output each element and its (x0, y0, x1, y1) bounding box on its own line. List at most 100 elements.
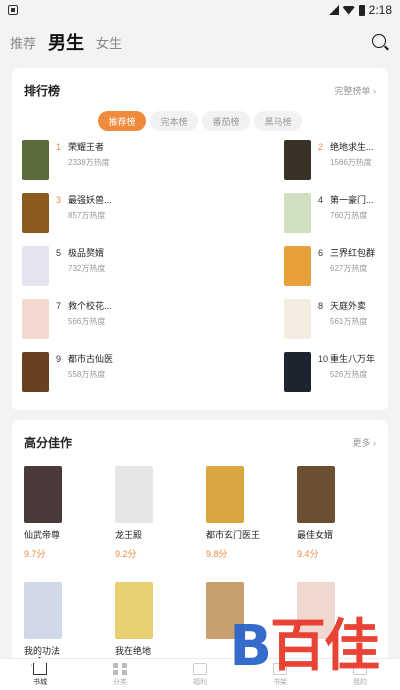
book-info: 最强妖兽... 857万热度 (68, 193, 112, 221)
ranking-item[interactable]: 2 绝地求生... 1566万热度 (284, 140, 374, 180)
ranking-item[interactable]: 1 荣耀王者 2338万热度 (22, 140, 110, 180)
top-rated-item[interactable]: 我在绝地 (115, 582, 175, 663)
book-info: 三界红包群 627万热度 (330, 246, 375, 274)
full-ranking-link[interactable]: 完整榜单 › (335, 84, 377, 97)
subtab-darkhorse[interactable]: 黑马榜 (254, 111, 302, 131)
book-title: 都市玄门医王 (206, 530, 261, 540)
search-icon[interactable] (372, 34, 386, 48)
book-info: 荣耀王者 2338万热度 (68, 140, 110, 168)
category-icon (113, 662, 127, 675)
book-cover (22, 246, 49, 286)
subtab-completed[interactable]: 完本榜 (150, 111, 198, 131)
book-score: 9.7分 (24, 549, 46, 559)
top-rated-title: 高分佳作 (24, 436, 73, 450)
book-title: 绝地求生... (330, 142, 374, 152)
tab-female[interactable]: 女生 (96, 33, 122, 52)
rank-number: 5 (56, 248, 62, 258)
ranking-item[interactable]: 10 重生八万年 526万热度 (284, 352, 375, 392)
home-icon (33, 662, 47, 675)
book-cover (24, 582, 62, 639)
book-info: 极品赘婿 732万热度 (68, 246, 105, 274)
book-title: 我在绝地 (115, 646, 152, 656)
book-title: 极品赘婿 (68, 248, 105, 258)
book-title: 第一豪门... (330, 195, 374, 205)
book-heat: 627万热度 (330, 264, 368, 273)
book-title: 重生八万年 (330, 354, 376, 364)
tab-male[interactable]: 男生 (48, 29, 84, 55)
book-info: 都市古仙医 558万热度 (68, 352, 113, 380)
book-cover (115, 466, 153, 523)
ranking-card: 排行榜 完整榜单 › 推荐榜 完本榜 番茄榜 黑马榜 1 荣耀王者 2338万热度 2… (12, 68, 388, 410)
book-title: 三界红包群 (330, 248, 376, 258)
book-cover (284, 246, 311, 286)
top-rated-item[interactable]: 最佳女婿 9.4分 (297, 466, 357, 560)
ranking-item[interactable]: 6 三界红包群 627万热度 (284, 246, 375, 286)
book-info: 第一豪门... 760万热度 (330, 193, 374, 221)
rank-number: 2 (318, 142, 324, 152)
rank-number: 4 (318, 195, 324, 205)
bottom-tab-welfare[interactable]: 福利 (160, 659, 240, 690)
watermark-logo: B百佳 (229, 614, 380, 679)
book-cover (22, 352, 49, 392)
top-nav: 推荐 男生 女生 (0, 20, 400, 64)
book-title: 我的功法 (24, 646, 61, 656)
top-rated-item[interactable]: 龙王殿 9.2分 (115, 466, 175, 560)
book-title: 龙王殿 (115, 530, 143, 540)
book-cover (297, 466, 335, 523)
book-cover (284, 299, 311, 339)
top-rated-item[interactable]: 都市玄门医王 9.8分 (206, 466, 266, 560)
book-cover (284, 140, 311, 180)
bottom-tab-label: 书城 (33, 678, 47, 686)
book-cover (115, 582, 153, 639)
book-title: 天庭外卖 (330, 301, 367, 311)
book-cover (22, 193, 49, 233)
rank-number: 6 (318, 248, 324, 258)
book-heat: 857万热度 (68, 211, 106, 220)
tab-recommend[interactable]: 推荐 (10, 33, 36, 52)
ranking-item[interactable]: 5 极品赘婿 732万热度 (22, 246, 105, 286)
gift-icon (193, 662, 207, 675)
rank-number: 8 (318, 301, 324, 311)
ranking-subtabs: 推荐榜 完本榜 番茄榜 黑马榜 (12, 111, 388, 131)
rank-number: 3 (56, 195, 62, 205)
bottom-tab-bookstore[interactable]: 书城 (0, 659, 80, 690)
subtab-fanqie[interactable]: 番茄榜 (202, 111, 250, 131)
book-info: 天庭外卖 561万热度 (330, 299, 367, 327)
book-cover (24, 466, 62, 523)
bottom-tab-label: 福利 (193, 678, 207, 686)
book-cover (206, 466, 244, 523)
top-rated-more-link[interactable]: 更多 › (353, 436, 377, 449)
book-cover (284, 193, 311, 233)
top-rated-item[interactable]: 我的功法 (24, 582, 84, 663)
bottom-tab-label: 分类 (113, 678, 127, 686)
book-title: 荣耀王者 (68, 142, 105, 152)
book-score: 9.2分 (115, 549, 137, 559)
status-time: 2:18 (368, 3, 392, 17)
top-rated-item[interactable]: 仙武帝尊 9.7分 (24, 466, 84, 560)
book-title: 最强妖兽... (68, 195, 112, 205)
book-heat: 760万热度 (330, 211, 368, 220)
book-heat: 526万热度 (330, 370, 368, 379)
ranking-item[interactable]: 3 最强妖兽... 857万热度 (22, 193, 112, 233)
app-notification-icon (8, 5, 18, 15)
ranking-item[interactable]: 9 都市古仙医 558万热度 (22, 352, 113, 392)
ranking-item[interactable]: 7 救个校花... 566万热度 (22, 299, 112, 339)
book-title: 最佳女婿 (297, 530, 334, 540)
book-cover (22, 299, 49, 339)
book-title: 仙武帝尊 (24, 530, 61, 540)
rank-number: 10 (318, 354, 329, 364)
book-heat: 566万热度 (68, 317, 106, 326)
ranking-title: 排行榜 (24, 84, 61, 98)
bottom-tab-category[interactable]: 分类 (80, 659, 160, 690)
book-cover (22, 140, 49, 180)
battery-icon (358, 4, 365, 16)
book-score: 9.8分 (206, 549, 228, 559)
signal-icon (328, 5, 339, 15)
ranking-item[interactable]: 4 第一豪门... 760万热度 (284, 193, 374, 233)
subtab-recommend[interactable]: 推荐榜 (98, 111, 146, 131)
book-info: 重生八万年 526万热度 (330, 352, 375, 380)
rank-number: 1 (56, 142, 62, 152)
ranking-item[interactable]: 8 天庭外卖 561万热度 (284, 299, 367, 339)
book-heat: 561万热度 (330, 317, 368, 326)
book-info: 救个校花... 566万热度 (68, 299, 112, 327)
